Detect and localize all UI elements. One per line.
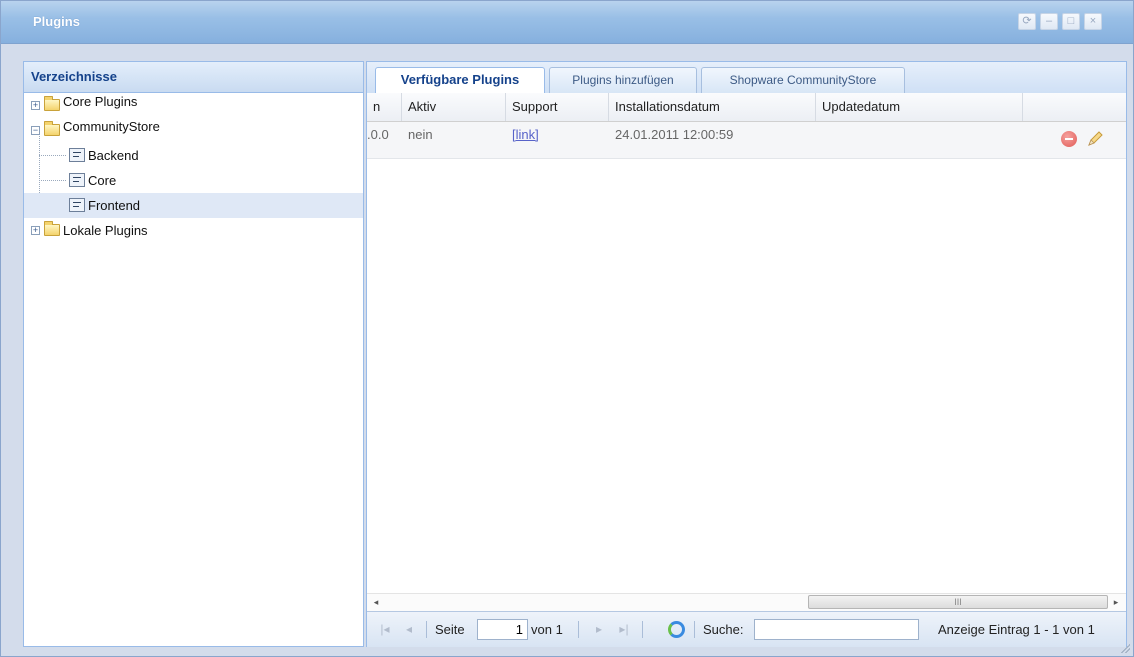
search-label: Suche: [703,622,744,637]
tree-node-label: Core Plugins [63,94,138,109]
column-header-installationsdatum[interactable]: Installationsdatum [609,93,816,121]
folder-icon [44,96,60,111]
tree-node-lokale-plugins[interactable]: + Lokale Plugins [24,218,363,243]
tab-verfuegbare-plugins[interactable]: Verfügbare Plugins [375,67,545,94]
page-count-label: von 1 [531,622,563,637]
directory-panel: Verzeichnisse + Core Plugins − Community… [23,61,364,647]
delete-icon[interactable] [1061,131,1077,147]
list-page-icon [69,198,85,212]
grid-header: n Aktiv Support Installationsdatum Updat… [367,93,1126,122]
tree-node-communitystore[interactable]: − CommunityStore [24,118,363,143]
last-page-icon[interactable]: ▸| [617,622,631,636]
table-row[interactable]: .0.0 nein [link] 24.01.2011 12:00:59 [367,122,1126,159]
minimize-button[interactable]: – [1040,13,1058,30]
paging-summary: Anzeige Eintrag 1 - 1 von 1 [938,622,1095,637]
next-page-icon[interactable]: ▸ [592,622,606,636]
cell-support: [link] [506,122,609,158]
search-input[interactable] [754,619,919,640]
tree-node-label: Core [88,173,117,188]
list-page-icon [69,148,85,162]
cell-updatedatum [816,122,1023,158]
tab-plugins-hinzufuegen[interactable]: Plugins hinzufügen [549,67,697,93]
previous-page-icon[interactable]: ◂ [402,622,416,636]
scrollbar-thumb[interactable]: III [808,595,1108,609]
resize-grip-icon[interactable] [1120,643,1130,653]
tree-node-frontend[interactable]: Frontend [24,193,363,218]
maximize-button[interactable]: □ [1062,13,1080,30]
cell-aktiv: nein [408,127,433,142]
close-button[interactable]: × [1084,13,1102,30]
tree-node-core[interactable]: Core [24,168,363,193]
scroll-right-icon[interactable]: ▸ [1109,595,1123,610]
window-titlebar[interactable]: Plugins ⟳ – □ × [1,1,1133,44]
column-header-updatedatum[interactable]: Updatedatum [816,93,1023,121]
toolbar-separator [642,621,643,638]
first-page-icon[interactable]: |◂ [378,622,392,636]
toolbar-separator [694,621,695,638]
edit-pencil-icon[interactable] [1085,129,1105,149]
toolbar-separator [426,621,427,638]
column-header-support[interactable]: Support [506,93,609,121]
cell-installationsdatum: 24.01.2011 12:00:59 [615,127,734,142]
expand-icon[interactable]: + [31,226,40,235]
window-title: Plugins [33,14,80,29]
column-header-actions [1023,93,1126,121]
expand-icon[interactable]: + [31,101,40,110]
tree-node-backend[interactable]: Backend [24,143,363,168]
page-number-input[interactable] [477,619,528,640]
support-link[interactable]: [link] [512,127,539,142]
tab-shopware-communitystore[interactable]: Shopware CommunityStore [701,67,905,93]
page-label: Seite [435,622,465,637]
column-header-version[interactable]: n [367,93,402,121]
tree-node-label: Frontend [88,198,141,213]
plugins-window: Plugins ⟳ – □ × Verzeichnisse + Core Plu… [0,0,1134,657]
cell-version: .0.0 [367,127,389,142]
tree-node-label: CommunityStore [63,119,160,134]
window-body: Verzeichnisse + Core Plugins − Community… [9,51,1127,651]
toolbar-separator [578,621,579,638]
column-header-aktiv[interactable]: Aktiv [402,93,506,121]
horizontal-scrollbar[interactable]: ◂ III ▸ [367,593,1126,611]
tab-strip: Verfügbare Plugins Plugins hinzufügen Sh… [367,62,1126,94]
refresh-icon-button[interactable]: ⟳ [1018,13,1036,30]
scroll-left-icon[interactable]: ◂ [369,595,383,610]
collapse-icon[interactable]: − [31,126,40,135]
folder-icon [44,221,60,236]
folder-open-icon [44,121,60,136]
directory-tree: + Core Plugins − CommunityStore Backend … [24,93,363,243]
tree-node-label: Backend [88,148,139,163]
paging-toolbar: |◂ ◂ Seite von 1 ▸ ▸| Suche: Anzeige Ein… [367,611,1126,647]
tree-node-label: Lokale Plugins [63,223,148,238]
list-page-icon [69,173,85,187]
refresh-icon[interactable] [668,621,685,638]
plugins-tab-panel: Verfügbare Plugins Plugins hinzufügen Sh… [366,61,1127,647]
